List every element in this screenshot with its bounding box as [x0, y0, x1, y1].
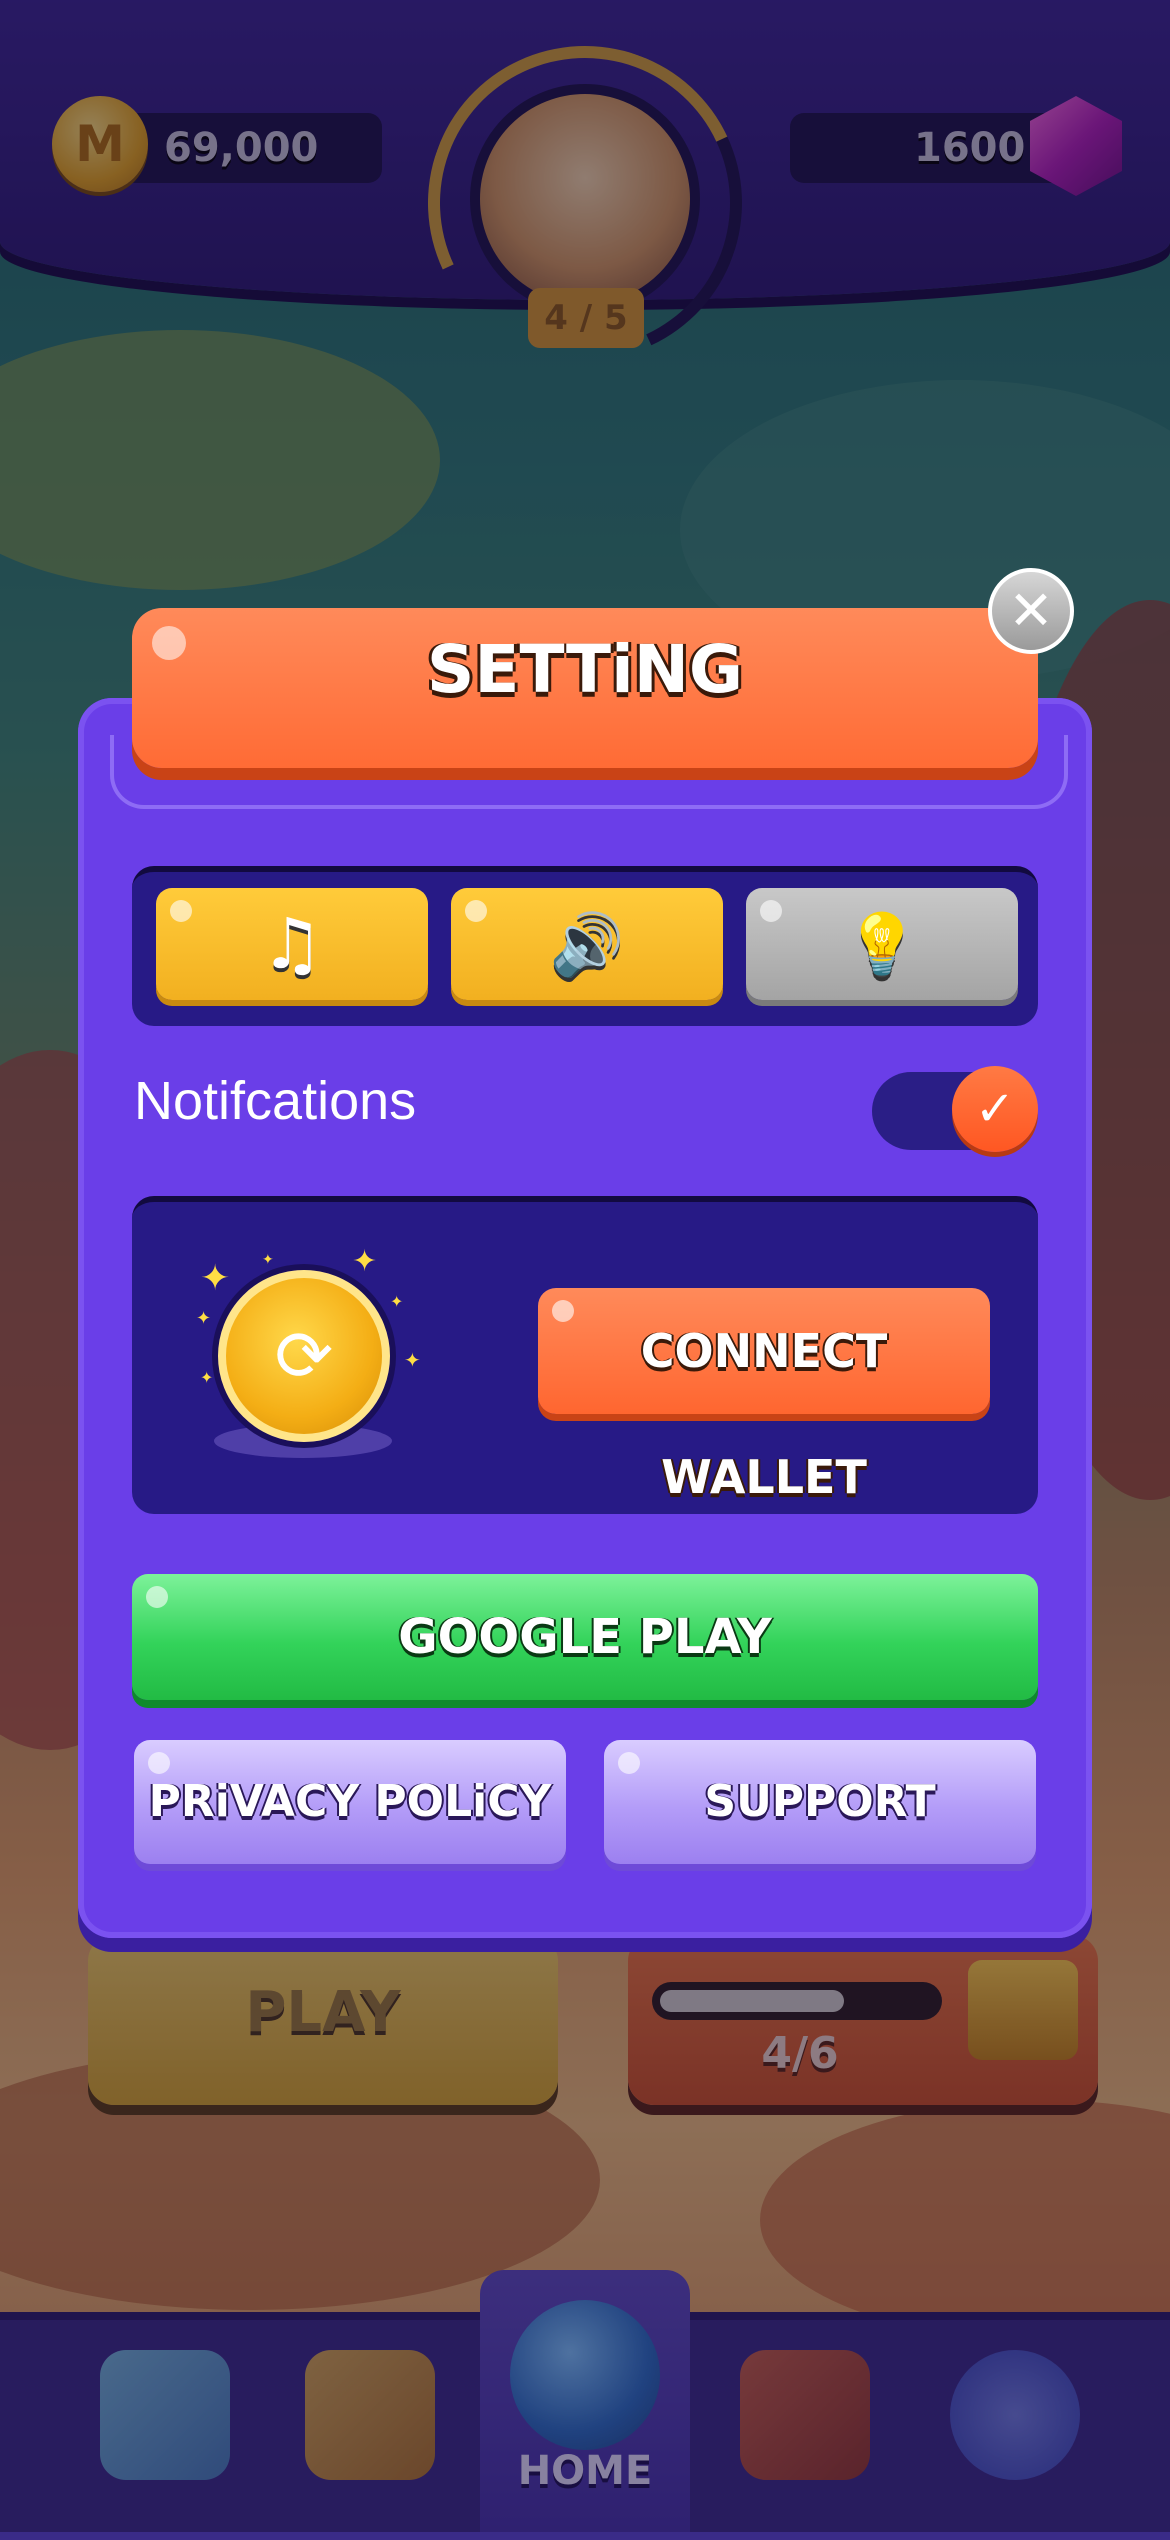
music-toggle-button[interactable]: ♫: [156, 888, 428, 1000]
google-play-label: GOOGLE PLAY: [398, 1609, 772, 1665]
wallet-coin-icon: ⟳: [218, 1270, 390, 1442]
speaker-icon: 🔊: [549, 909, 625, 980]
music-note-icon: ♫: [260, 903, 324, 985]
close-icon: ✕: [1008, 579, 1054, 642]
sparkle-icon: ✦: [200, 1258, 231, 1299]
sparkle-icon: ✦: [262, 1252, 274, 1268]
sparkle-icon: ✦: [352, 1244, 378, 1279]
sparkle-icon: ✦: [390, 1292, 404, 1311]
sound-toggle-button[interactable]: 🔊: [451, 888, 723, 1000]
sparkle-icon: ✦: [196, 1308, 212, 1329]
close-button[interactable]: ✕: [988, 568, 1074, 654]
support-label: SUPPORT: [704, 1776, 936, 1827]
hint-toggle-button[interactable]: 💡: [746, 888, 1018, 1000]
sparkle-icon: ✦: [200, 1368, 214, 1387]
notifications-label: Notifcations: [134, 1071, 417, 1131]
wallet-coin-glyph: ⟳: [274, 1315, 334, 1397]
sparkle-icon: ✦: [404, 1348, 421, 1372]
notifications-toggle-knob[interactable]: ✓: [952, 1066, 1038, 1152]
modal-title: SETTiNG: [426, 631, 744, 708]
connect-wallet-label: CONNECT WALLET: [640, 1324, 888, 1504]
checkmark-icon: ✓: [974, 1081, 1016, 1137]
privacy-policy-label: PRiVACY POLiCY: [148, 1776, 552, 1827]
lightbulb-icon: 💡: [844, 909, 920, 980]
